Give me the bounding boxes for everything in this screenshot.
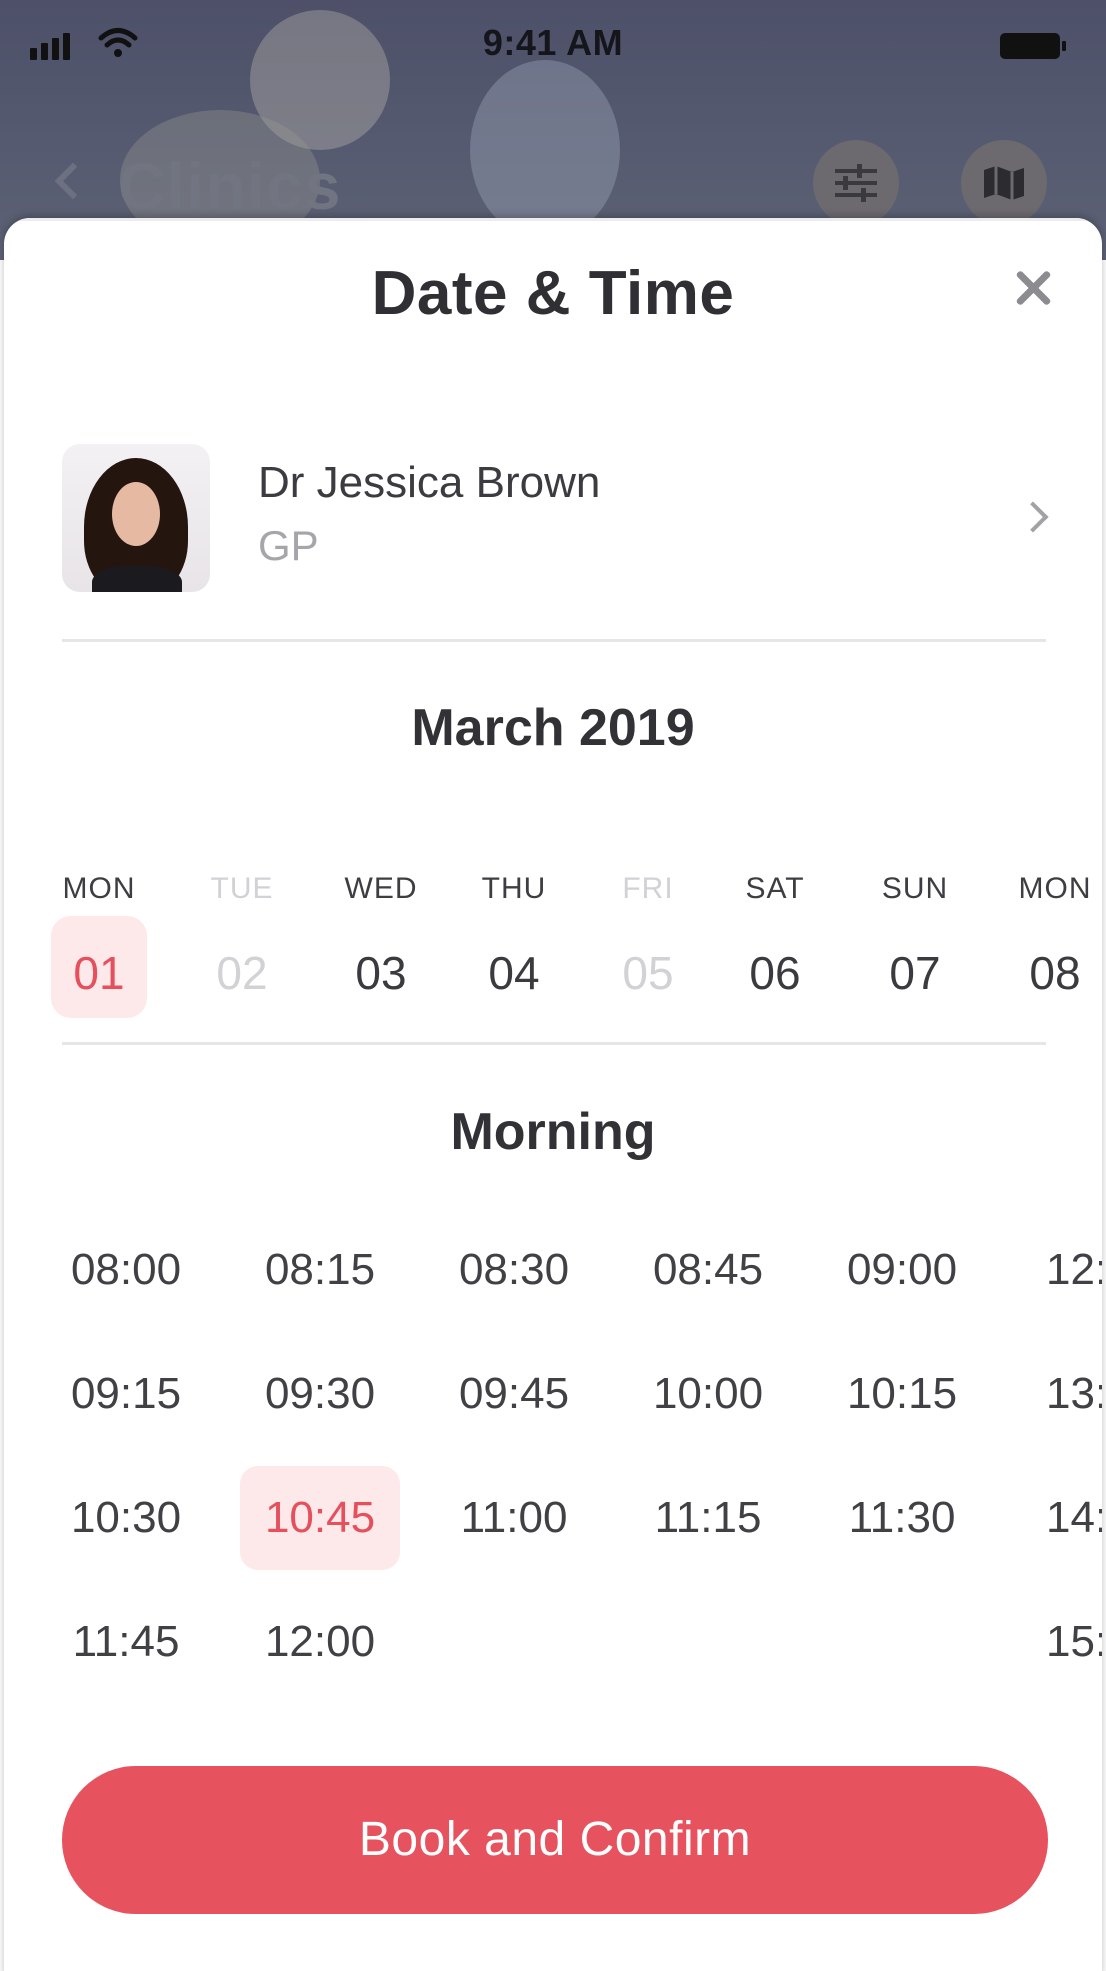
divider bbox=[62, 1042, 1046, 1045]
time-slot[interactable]: 10:00 bbox=[628, 1342, 788, 1446]
background-page-title: Clinics bbox=[118, 149, 342, 223]
time-slot[interactable]: 10:30 bbox=[46, 1466, 206, 1570]
period-title: Morning bbox=[450, 1103, 656, 1161]
status-bar: 9:41 AM bbox=[0, 0, 1106, 90]
divider bbox=[62, 639, 1046, 642]
back-icon[interactable] bbox=[54, 162, 92, 200]
time-slot[interactable]: 09:45 bbox=[434, 1342, 594, 1446]
month-title: March 2019 bbox=[411, 699, 695, 757]
chevron-right-icon bbox=[1017, 501, 1049, 533]
map-button[interactable] bbox=[961, 140, 1047, 226]
day-number: 08 bbox=[1029, 947, 1081, 999]
time-slot[interactable]: 09:30 bbox=[240, 1342, 400, 1446]
divider bbox=[4, 218, 1102, 221]
time-slot[interactable]: 08:15 bbox=[240, 1218, 400, 1322]
doctor-row[interactable]: Dr Jessica Brown GP bbox=[62, 444, 1052, 594]
doctor-role: GP bbox=[258, 522, 319, 569]
time-slot-grid: 08:00 08:15 08:30 08:45 09:00 09:15 09:30 09:45… bbox=[4, 1218, 1102, 1718]
day-item[interactable]: SAT 06 bbox=[725, 852, 825, 1002]
time-slot[interactable]: 12: bbox=[1016, 1218, 1102, 1322]
status-time: 9:41 AM bbox=[482, 22, 624, 63]
day-name: TUE bbox=[210, 872, 274, 905]
day-number: 05 bbox=[622, 947, 674, 999]
day-name: SAT bbox=[745, 872, 805, 905]
time-slot[interactable]: 12:00 bbox=[240, 1590, 400, 1694]
date-time-sheet: Date & Time Dr Jessica Brown GP March 20… bbox=[4, 218, 1102, 1971]
time-slot[interactable]: 13: bbox=[1016, 1342, 1102, 1446]
day-item[interactable]: THU 04 bbox=[464, 852, 564, 1002]
time-slot[interactable]: 08:30 bbox=[434, 1218, 594, 1322]
day-number: 02 bbox=[216, 947, 268, 999]
close-icon[interactable] bbox=[1010, 264, 1058, 312]
time-slot[interactable]: 11:30 bbox=[822, 1466, 982, 1570]
map-icon bbox=[984, 166, 1024, 200]
doctor-name: Dr Jessica Brown bbox=[258, 458, 601, 507]
time-slot[interactable]: 09:15 bbox=[46, 1342, 206, 1446]
day-name: FRI bbox=[622, 872, 674, 905]
day-picker: MON 01 TUE 02 WED 03 THU 04 FRI 05 SAT 06 SUN 07 MON 08 bbox=[4, 852, 1102, 1018]
filter-button[interactable] bbox=[813, 140, 899, 226]
avatar bbox=[62, 444, 210, 592]
sheet-title: Date & Time bbox=[371, 259, 735, 328]
filter-icon bbox=[835, 164, 877, 202]
day-number: 03 bbox=[355, 947, 407, 999]
time-slot[interactable]: 14: bbox=[1016, 1466, 1102, 1570]
time-slot[interactable]: 08:00 bbox=[46, 1218, 206, 1322]
day-name: THU bbox=[481, 872, 547, 905]
day-name: MON bbox=[1018, 872, 1092, 905]
time-slot[interactable]: 11:15 bbox=[628, 1466, 788, 1570]
time-slot[interactable]: 08:45 bbox=[628, 1218, 788, 1322]
day-number: 04 bbox=[488, 947, 540, 999]
day-item[interactable]: MON 01 bbox=[49, 852, 149, 1018]
time-slot[interactable]: 10:15 bbox=[822, 1342, 982, 1446]
day-item[interactable]: SUN 07 bbox=[865, 852, 965, 1002]
time-slot[interactable]: 10:45 bbox=[240, 1466, 400, 1570]
day-item: FRI 05 bbox=[598, 852, 698, 1002]
day-number: 01 bbox=[73, 947, 125, 999]
day-number: 06 bbox=[749, 947, 801, 999]
day-number: 07 bbox=[889, 947, 941, 999]
app-screen: 9:41 AM Clinics Date & Time Dr Jessica B… bbox=[0, 0, 1106, 1971]
day-item[interactable]: WED 03 bbox=[331, 852, 431, 1002]
book-and-confirm-button[interactable]: Book and Confirm bbox=[62, 1766, 1048, 1914]
battery-icon bbox=[1000, 33, 1066, 59]
time-slot[interactable]: 15: bbox=[1016, 1590, 1102, 1694]
day-item[interactable]: MON 08 bbox=[1005, 852, 1102, 1002]
time-slot[interactable]: 09:00 bbox=[822, 1218, 982, 1322]
day-name: WED bbox=[344, 872, 418, 905]
day-name: SUN bbox=[881, 872, 949, 905]
day-item: TUE 02 bbox=[192, 852, 292, 1002]
time-slot[interactable]: 11:45 bbox=[46, 1590, 206, 1694]
day-name: MON bbox=[62, 872, 136, 905]
time-slot[interactable]: 11:00 bbox=[434, 1466, 594, 1570]
